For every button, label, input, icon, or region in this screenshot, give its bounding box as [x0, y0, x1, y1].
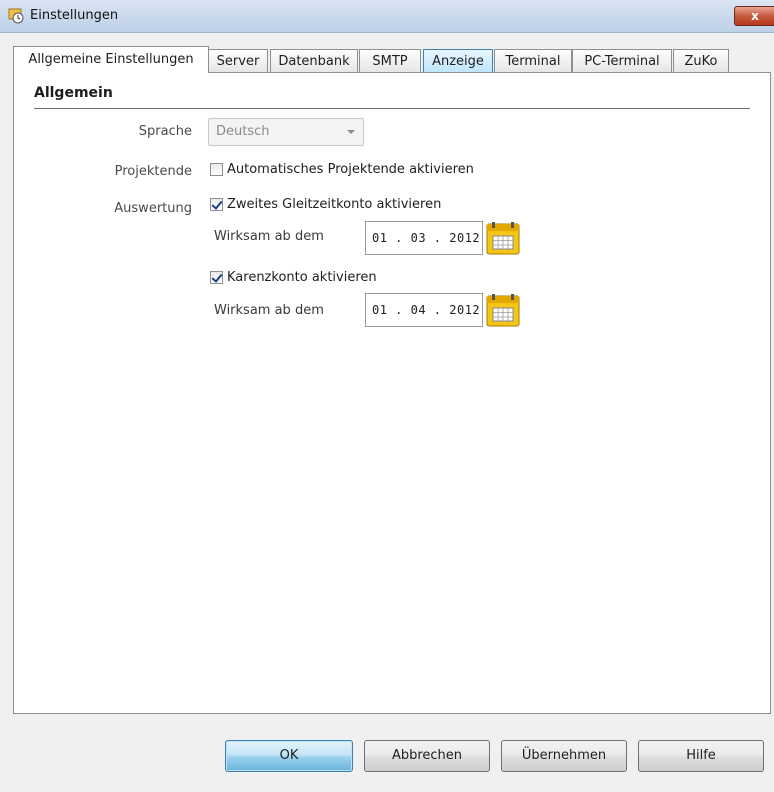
waiting-account-date-field[interactable]: 01 . 04 . 2012: [365, 293, 483, 327]
tab-anzeige[interactable]: Anzeige: [423, 49, 493, 72]
tab-allgemeine-einstellungen[interactable]: Allgemeine Einstellungen: [13, 46, 209, 73]
cancel-button[interactable]: Abbrechen: [364, 740, 490, 772]
title-bar: Einstellungen x: [0, 0, 774, 33]
project-end-label: Projektende: [114, 164, 192, 179]
calendar-icon[interactable]: [486, 293, 520, 327]
window-title: Einstellungen: [30, 8, 119, 23]
checkbox-box-checked: [210, 271, 223, 284]
project-end-checkbox-label: Automatisches Projektende aktivieren: [227, 162, 474, 177]
language-select[interactable]: Deutsch: [208, 118, 364, 146]
second-account-checkbox-label: Zweites Gleitzeitkonto aktivieren: [227, 197, 442, 212]
close-icon: x: [751, 9, 759, 23]
second-account-date-field[interactable]: 01 . 03 . 2012: [365, 221, 483, 255]
language-label: Sprache: [138, 124, 192, 139]
tab-datenbank[interactable]: Datenbank: [270, 49, 358, 72]
section-divider: [34, 108, 750, 109]
language-value: Deutsch: [216, 124, 270, 139]
checkbox-box-checked: [210, 198, 223, 211]
second-account-effective-label: Wirksam ab dem: [214, 229, 324, 244]
dropdown-arrow-icon: [347, 130, 355, 134]
waiting-account-checkbox[interactable]: Karenzkonto aktivieren: [210, 270, 377, 285]
tab-terminal[interactable]: Terminal: [494, 49, 572, 72]
waiting-account-checkbox-label: Karenzkonto aktivieren: [227, 270, 377, 285]
app-clock-icon: [8, 8, 24, 24]
tab-pc-terminal[interactable]: PC-Terminal: [572, 49, 672, 72]
calendar-icon[interactable]: [486, 221, 520, 255]
tab-server[interactable]: Server: [208, 49, 268, 72]
tab-smtp[interactable]: SMTP: [359, 49, 421, 72]
apply-button[interactable]: Übernehmen: [501, 740, 627, 772]
second-account-checkbox[interactable]: Zweites Gleitzeitkonto aktivieren: [210, 197, 441, 212]
evaluation-label: Auswertung: [114, 201, 192, 216]
project-end-checkbox[interactable]: Automatisches Projektende aktivieren: [210, 162, 474, 177]
settings-window: Allgemeine Einstellungen Server Datenban…: [0, 33, 774, 792]
waiting-account-effective-label: Wirksam ab dem: [214, 303, 324, 318]
section-title: Allgemein: [34, 85, 113, 101]
checkbox-box: [210, 163, 223, 176]
help-button[interactable]: Hilfe: [638, 740, 764, 772]
ok-button[interactable]: OK: [225, 740, 353, 772]
close-button[interactable]: x: [734, 6, 774, 26]
tab-zuko[interactable]: ZuKo: [673, 49, 729, 72]
